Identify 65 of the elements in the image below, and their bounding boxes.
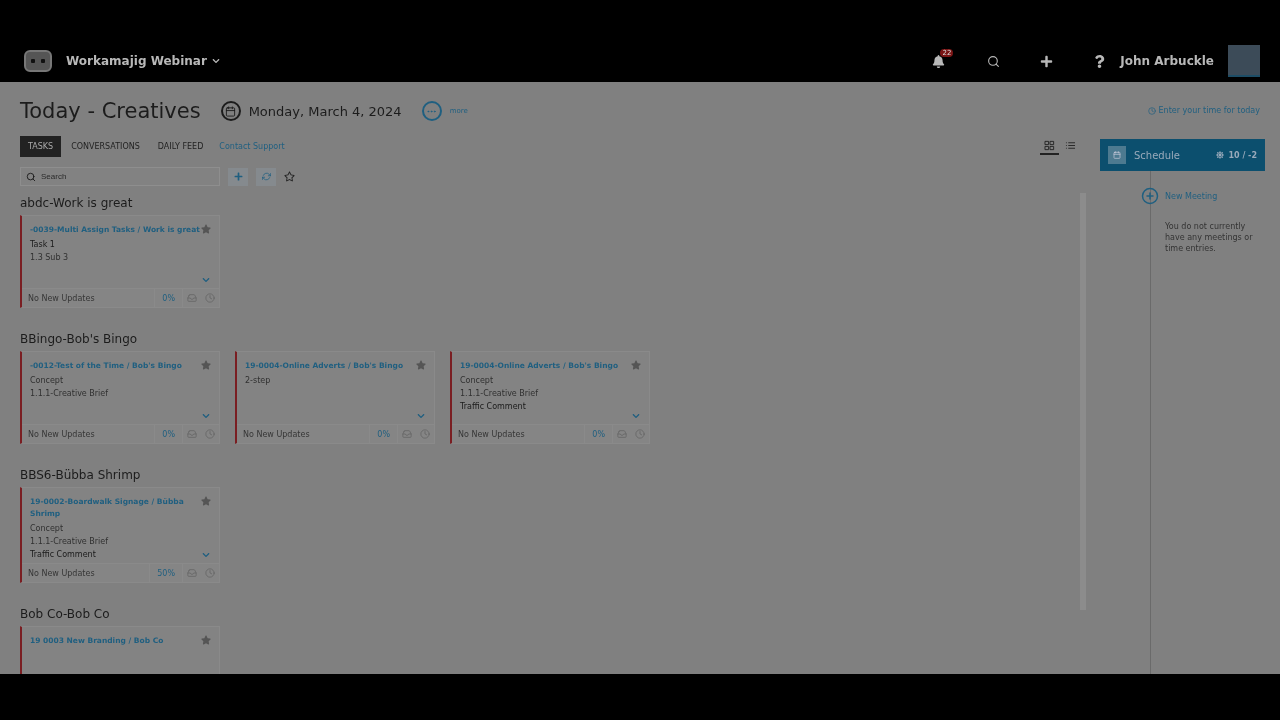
- logo-icon[interactable]: [24, 50, 52, 72]
- new-meeting-button[interactable]: New Meeting: [1141, 187, 1265, 205]
- group-heading: Bob Co-Bob Co: [20, 607, 111, 621]
- star-icon[interactable]: [416, 360, 426, 370]
- task-detail: Concept: [30, 376, 64, 385]
- task-detail: 1.1.1-Creative Brief: [460, 389, 539, 398]
- chevron-down-icon[interactable]: [211, 57, 220, 65]
- page-title: Today - Creatives: [20, 99, 201, 123]
- refresh-button[interactable]: [256, 167, 276, 186]
- refresh-icon: [261, 172, 271, 181]
- workspace-selector[interactable]: Workamajig Webinar: [66, 54, 220, 68]
- updates-text: No New Updates: [458, 429, 525, 439]
- plus-icon[interactable]: [1040, 54, 1054, 68]
- add-button[interactable]: [228, 167, 248, 186]
- group-heading: BBingo-Bob's Bingo: [20, 332, 139, 346]
- task-detail: Task 1: [30, 240, 55, 249]
- updates-text: No New Updates: [243, 429, 310, 439]
- percent-complete: 0%: [154, 424, 183, 444]
- grid-view-icon[interactable]: [1040, 138, 1059, 155]
- calendar-icon[interactable]: [220, 101, 241, 121]
- contact-support-link[interactable]: Contact Support: [219, 142, 285, 151]
- sun-icon: [1216, 151, 1225, 159]
- task-detail: 1.1.1-Creative Brief: [30, 537, 109, 546]
- plus-icon: [233, 172, 243, 181]
- percent-complete: 0%: [154, 288, 183, 308]
- clock-icon: [1147, 106, 1156, 115]
- updates-text: No New Updates: [28, 293, 95, 303]
- percent-complete: 0%: [369, 424, 398, 444]
- user-name[interactable]: John Arbuckle: [1120, 54, 1214, 68]
- star-icon[interactable]: [631, 360, 641, 370]
- star-icon[interactable]: [201, 224, 211, 234]
- help-icon[interactable]: [1093, 54, 1107, 68]
- schedule-title: Schedule: [1134, 149, 1181, 161]
- tab[interactable]: DAILY FEED: [149, 136, 212, 157]
- updates-text: No New Updates: [28, 429, 95, 439]
- task-detail: 2-step: [245, 376, 271, 385]
- group-heading: abdc-Work is great: [20, 196, 134, 210]
- search-icon: [26, 172, 36, 182]
- task-detail: 1.1.1-Creative Brief: [30, 389, 109, 398]
- group-heading: BBS6-Bübba Shrimp: [20, 468, 142, 482]
- task-detail: Concept: [460, 376, 494, 385]
- updates-text: No New Updates: [28, 568, 95, 578]
- avatar-photo-placeholder[interactable]: [1228, 45, 1260, 77]
- task-detail: Traffic Comment: [460, 402, 526, 411]
- tab[interactable]: TASKS: [20, 136, 62, 157]
- bell-icon[interactable]: [932, 54, 946, 68]
- star-icon[interactable]: [201, 635, 211, 645]
- task-detail: Traffic Comment: [30, 550, 96, 559]
- more-icon[interactable]: [421, 101, 442, 121]
- search-field[interactable]: Search: [20, 167, 220, 186]
- percent-complete: 50%: [149, 563, 183, 583]
- plus-circle-icon: [1141, 187, 1159, 205]
- star-icon[interactable]: [201, 360, 211, 370]
- tab[interactable]: CONVERSATIONS: [63, 136, 148, 157]
- search-icon[interactable]: [987, 54, 1001, 68]
- date-text: Monday, March 4, 2024: [248, 103, 402, 119]
- percent-complete: 0%: [584, 424, 613, 444]
- task-detail: Concept: [30, 524, 64, 533]
- weather-text: 10 / -2: [1216, 150, 1257, 160]
- star-icon[interactable]: [201, 496, 211, 506]
- star-icon[interactable]: [284, 171, 295, 182]
- empty-message: You do not currently have any meetings or time entries.: [1165, 221, 1254, 254]
- task-detail: 1.3 Sub 3: [30, 253, 69, 262]
- calendar-icon: [1108, 146, 1126, 164]
- time-entry-link[interactable]: Enter your time for today: [1147, 106, 1260, 115]
